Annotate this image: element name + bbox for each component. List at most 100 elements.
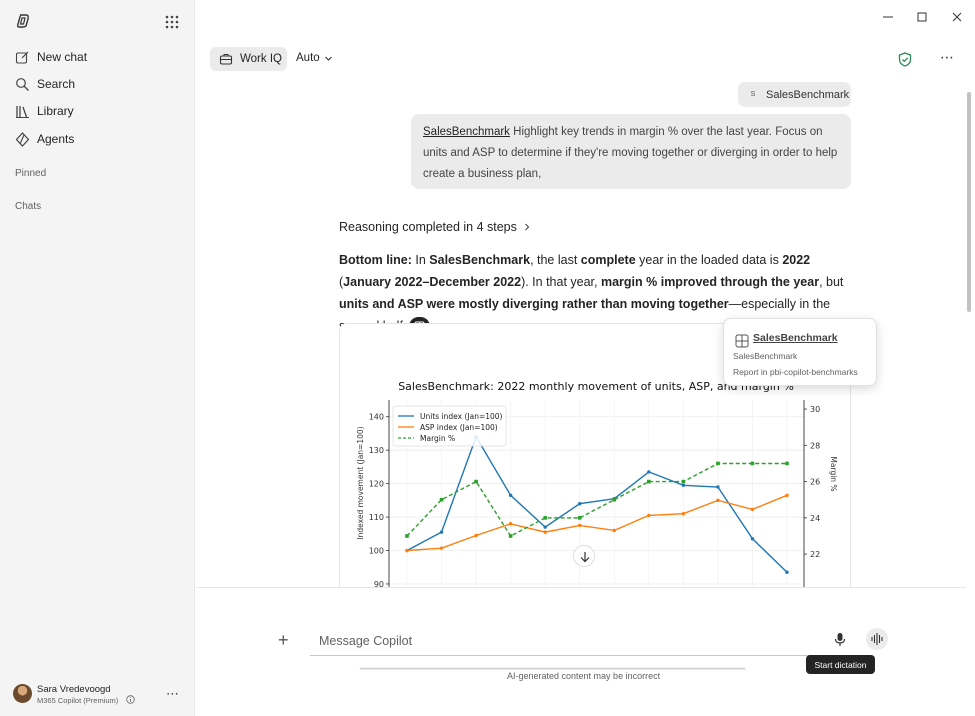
answer-bold: SalesBenchmark bbox=[429, 253, 531, 267]
legend-label: ASP index (Jan=100) bbox=[420, 423, 498, 432]
sidebar-item-library[interactable]: Library bbox=[15, 101, 74, 121]
reference-chip[interactable]: S SalesBenchmark bbox=[738, 82, 851, 107]
user-plan: M365 Copilot (Premium) bbox=[37, 696, 119, 705]
copilot-logo-icon[interactable] bbox=[14, 12, 32, 30]
y2-axis-label: Margin % bbox=[829, 456, 838, 491]
data-point bbox=[681, 479, 686, 484]
user-message: SalesBenchmark Highlight key trends in m… bbox=[411, 114, 851, 189]
y2-tick-label: 24 bbox=[810, 514, 820, 523]
popover-title-link[interactable]: SalesBenchmark bbox=[753, 332, 838, 344]
mode-dropdown[interactable]: Auto bbox=[296, 52, 333, 64]
sidebar-item-agents[interactable]: Agents bbox=[15, 129, 74, 149]
data-point bbox=[647, 479, 651, 484]
data-point bbox=[439, 530, 444, 534]
sidebar-item-label: Search bbox=[37, 77, 76, 91]
answer-bold: 2022 bbox=[782, 253, 811, 267]
sidebar-item-label: Agents bbox=[37, 132, 75, 146]
apps-grid-icon[interactable] bbox=[164, 14, 180, 30]
data-point bbox=[750, 537, 755, 541]
reasoning-label: Reasoning completed in 4 steps bbox=[339, 220, 517, 234]
scroll-to-bottom-button[interactable] bbox=[573, 545, 595, 567]
add-attachment-button[interactable]: + bbox=[278, 630, 289, 651]
pinned-section-label: Pinned bbox=[15, 168, 47, 179]
ai-disclaimer: AI-generated content may be incorrect bbox=[507, 671, 661, 681]
data-point bbox=[785, 461, 789, 466]
user-profile[interactable]: Sara Vredevoogd M365 Copilot (Premium) ⋯ bbox=[13, 684, 183, 706]
data-point bbox=[508, 493, 513, 498]
data-point bbox=[785, 570, 789, 574]
shield-check-icon[interactable] bbox=[898, 52, 912, 67]
answer-text: , the last bbox=[530, 253, 581, 267]
answer-text: year in the loaded data is bbox=[635, 253, 783, 267]
legend-label: Units index (Jan=100) bbox=[420, 412, 503, 421]
data-point bbox=[716, 461, 720, 466]
data-point bbox=[681, 512, 686, 516]
y2-tick-label: 22 bbox=[810, 550, 820, 559]
y-tick-label: 140 bbox=[369, 413, 384, 422]
data-point bbox=[785, 493, 789, 498]
chevron-right-icon bbox=[525, 223, 530, 231]
work-iq-button[interactable]: Work IQ bbox=[210, 47, 287, 71]
microphone-icon[interactable] bbox=[834, 632, 846, 647]
y-tick-label: 120 bbox=[369, 480, 384, 489]
info-icon[interactable] bbox=[126, 695, 135, 704]
chats-section-label: Chats bbox=[15, 201, 42, 212]
waveform-icon bbox=[871, 633, 883, 645]
arrow-down-icon bbox=[580, 551, 589, 562]
popover-location: Report in pbi-copilot-benchmarks bbox=[733, 367, 858, 377]
series-line bbox=[406, 494, 788, 552]
data-point bbox=[543, 525, 547, 529]
sidebar-item-label: New chat bbox=[37, 50, 88, 64]
sidebar-item-label: Library bbox=[37, 104, 74, 118]
answer-text: , but bbox=[819, 275, 844, 289]
library-icon bbox=[16, 105, 29, 118]
sidebar-item-search[interactable]: Search bbox=[15, 74, 75, 94]
reasoning-toggle[interactable]: Reasoning completed in 4 steps bbox=[339, 220, 532, 234]
data-point bbox=[474, 479, 478, 484]
y-tick-label: 130 bbox=[369, 446, 384, 455]
more-options-icon[interactable]: ⋯ bbox=[166, 686, 180, 702]
search-icon bbox=[16, 77, 29, 91]
message-reference-link[interactable]: SalesBenchmark bbox=[423, 126, 510, 138]
answer-bold: January 2022–December 2022 bbox=[343, 275, 522, 289]
answer-bold: margin % improved through the year bbox=[600, 275, 820, 289]
data-point bbox=[612, 497, 617, 502]
data-point bbox=[716, 498, 720, 503]
message-input[interactable] bbox=[310, 626, 870, 656]
answer-bold: Bottom line: bbox=[339, 253, 412, 267]
y-tick-label: 100 bbox=[369, 547, 384, 556]
data-point bbox=[543, 516, 547, 520]
scrollbar[interactable] bbox=[966, 84, 972, 584]
sidebar: New chat Search Library Agents Pinned Ch… bbox=[0, 0, 195, 716]
data-point bbox=[577, 516, 582, 520]
user-name: Sara Vredevoogd bbox=[37, 684, 111, 695]
data-point bbox=[543, 530, 547, 534]
more-options-icon[interactable]: ⋯ bbox=[940, 49, 955, 66]
chip-badge: S bbox=[750, 91, 756, 98]
answer-bold: units and ASP were mostly diverging rath… bbox=[339, 297, 729, 311]
voice-mode-button[interactable] bbox=[866, 628, 888, 650]
maximize-icon[interactable] bbox=[915, 10, 929, 24]
answer-bold: complete bbox=[580, 253, 636, 267]
series-line bbox=[406, 435, 788, 573]
sidebar-item-new-chat[interactable]: New chat bbox=[15, 47, 87, 67]
data-point bbox=[750, 461, 755, 466]
answer-text: ). In that year, bbox=[521, 275, 601, 289]
close-icon[interactable] bbox=[950, 10, 964, 24]
data-point bbox=[474, 533, 478, 538]
report-icon bbox=[735, 334, 749, 348]
citation-popover: SalesBenchmark SalesBenchmark Report in … bbox=[723, 318, 877, 386]
dictation-tooltip: Start dictation bbox=[806, 655, 875, 674]
agents-icon bbox=[15, 131, 30, 147]
sidebar-header bbox=[14, 12, 184, 32]
scrollbar-thumb[interactable] bbox=[967, 92, 971, 312]
data-point bbox=[405, 534, 409, 538]
data-point bbox=[508, 522, 513, 526]
y-tick-label: 110 bbox=[369, 513, 384, 522]
avatar[interactable] bbox=[13, 684, 32, 703]
y2-tick-label: 30 bbox=[810, 405, 820, 414]
y2-tick-label: 28 bbox=[810, 441, 820, 450]
popover-subtitle: SalesBenchmark bbox=[733, 351, 798, 361]
data-point bbox=[750, 507, 755, 512]
minimize-icon[interactable] bbox=[881, 10, 895, 24]
